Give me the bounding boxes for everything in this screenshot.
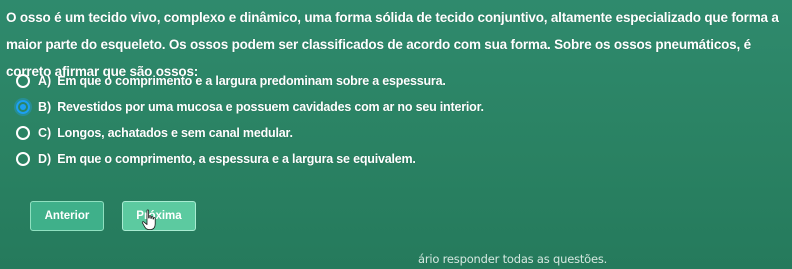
option-a[interactable]: A) Em que o comprimento e a largura pred… — [16, 68, 776, 94]
option-b-text: Revestidos por uma mucosa e possuem cavi… — [57, 100, 484, 114]
previous-button[interactable]: Anterior — [30, 201, 104, 231]
option-d-letter: D) — [38, 152, 52, 166]
option-c-letter: C) — [38, 126, 52, 140]
option-b-letter: B) — [38, 100, 52, 114]
radio-option-a[interactable] — [16, 74, 30, 88]
navigation-buttons: Anterior Próxima — [30, 201, 196, 231]
hand-pointer-icon — [141, 209, 156, 230]
option-a-text: Em que o comprimento e a largura predomi… — [57, 74, 446, 88]
radio-option-c[interactable] — [16, 126, 30, 140]
option-c-text: Longos, achatados e sem canal medular. — [57, 126, 293, 140]
option-d-text: Em que o comprimento, a espessura e a la… — [57, 152, 416, 166]
option-a-letter: A) — [38, 74, 52, 88]
footer-notice: ário responder todas as questões. — [418, 252, 608, 266]
option-d[interactable]: D) Em que o comprimento, a espessura e a… — [16, 146, 776, 172]
answer-options: A) Em que o comprimento e a largura pred… — [16, 68, 776, 172]
option-b[interactable]: B) Revestidos por uma mucosa e possuem c… — [16, 94, 776, 120]
radio-option-d[interactable] — [16, 152, 30, 166]
option-c[interactable]: C) Longos, achatados e sem canal medular… — [16, 120, 776, 146]
next-button[interactable]: Próxima — [122, 201, 196, 231]
radio-option-b[interactable] — [16, 100, 30, 114]
